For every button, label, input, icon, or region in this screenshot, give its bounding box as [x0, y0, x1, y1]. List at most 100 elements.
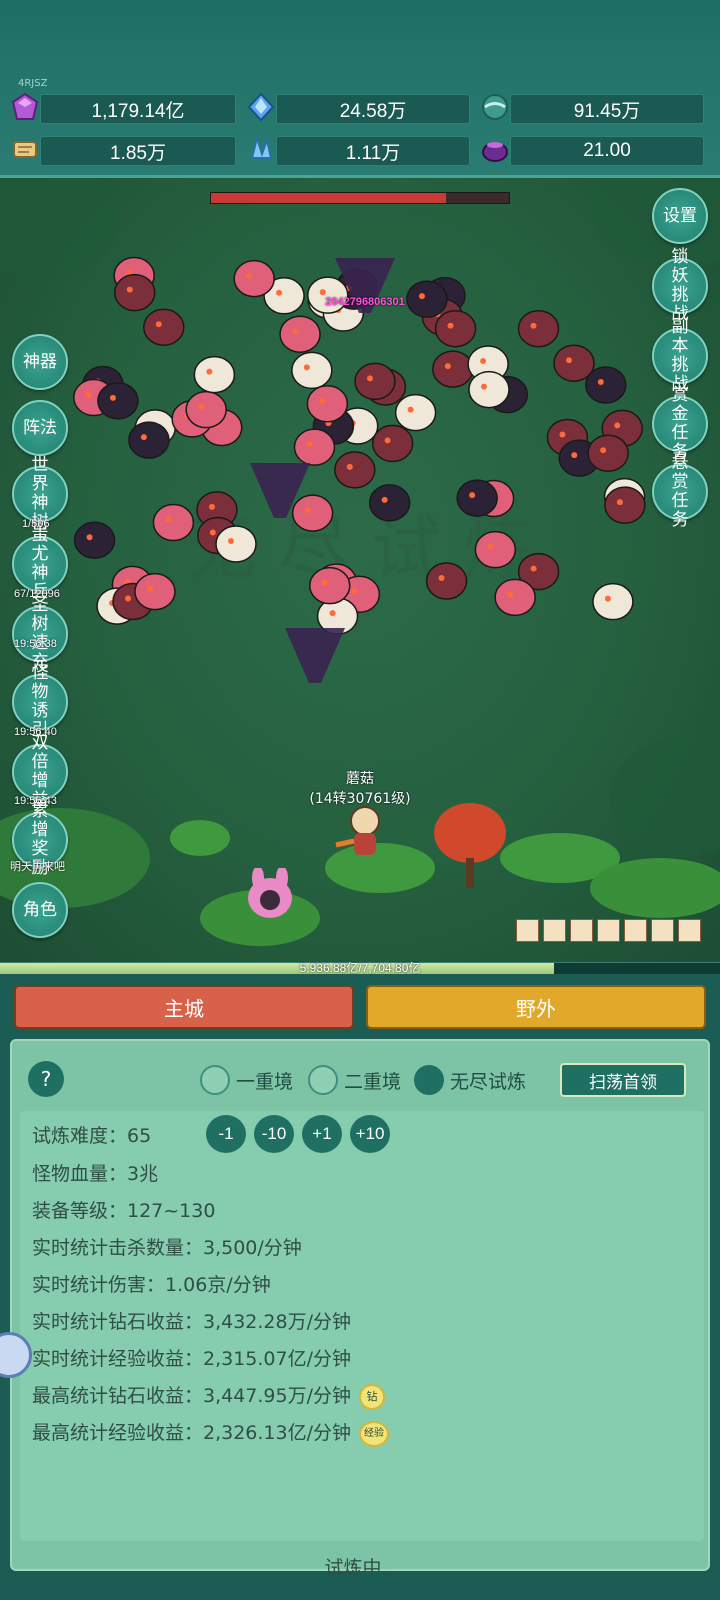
trial-stats: 试炼难度：65 -1 -10 +1 +10 怪物血量：3兆 装备等级：127~1…	[20, 1111, 704, 1541]
help-button[interactable]: ?	[28, 1061, 64, 1097]
monster-sprite	[371, 424, 414, 463]
skill-slot-icon[interactable]	[624, 919, 647, 942]
settings-button[interactable]: 设置	[652, 188, 708, 244]
character-button[interactable]: 角色	[12, 882, 68, 938]
monster-sprite	[604, 486, 646, 524]
difficulty-minus-10-button[interactable]: -10	[254, 1115, 294, 1153]
tree-recharge-button[interactable]: 圣树速充	[12, 596, 68, 672]
stat-row: 实时统计钻石收益：3,432.28万/分钟	[32, 1311, 352, 1333]
skill-slot-icon[interactable]	[678, 919, 701, 942]
monster-sprite	[291, 494, 334, 532]
monster-sprite	[434, 309, 477, 348]
monster-sprite	[193, 355, 236, 394]
monster-sprite	[128, 421, 170, 459]
skill-slot-icon[interactable]	[597, 919, 620, 942]
reward-task-button[interactable]: 悬赏任务	[652, 454, 708, 530]
monster-sprite	[185, 390, 227, 429]
difficulty-plus-10-button[interactable]: +10	[350, 1115, 390, 1153]
tab-wild[interactable]: 野外	[366, 985, 706, 1029]
chiyou-weapon-button[interactable]: 蚩尤神兵	[12, 526, 68, 602]
skill-slot-icon[interactable]	[570, 919, 593, 942]
mode-second-realm[interactable]: 二重境	[308, 1065, 401, 1095]
stat-text: 最高统计钻石收益：3,447.95万/分钟	[32, 1385, 352, 1407]
stat-text: 最高统计经验收益：2,326.13亿/分钟	[32, 1422, 352, 1444]
bottom-panel: 主城 野外 ? 一重境 二重境 无尽试炼 扫荡首领 试炼难度：65 -1 -10…	[0, 975, 720, 1600]
resource-ice-shard: 1.11万	[276, 136, 470, 166]
hero-label: 蘑菇 (14转30761级)	[300, 768, 420, 808]
experience-text: 5,936.88亿/7,704.80亿	[299, 961, 421, 975]
stat-row: 怪物血量：3兆	[32, 1163, 159, 1185]
exp-badge-icon[interactable]: 经验	[359, 1420, 390, 1447]
difficulty-minus-1-button[interactable]: -1	[206, 1115, 246, 1153]
tree-recharge-timer: 19:56:38	[14, 638, 57, 650]
monster-sprite	[152, 503, 195, 542]
monster-sprite	[425, 562, 468, 600]
mode-first-realm[interactable]: 一重境	[200, 1065, 293, 1095]
stat-row-best-exp: 最高统计经验收益：2,326.13亿/分钟 经验	[32, 1418, 390, 1447]
monster-sprite	[306, 385, 349, 423]
formation-button[interactable]: 阵法	[12, 400, 68, 456]
monster-sprite	[114, 273, 156, 312]
stat-row: 实时统计击杀数量：3,500/分钟	[32, 1237, 302, 1259]
game-screen: 4RJSZ 1,179.14亿 24.58万 91.45万 1.85万 1.11…	[0, 0, 720, 1600]
monster-sprite	[494, 578, 536, 617]
mode-endless-trial[interactable]: 无尽试炼	[414, 1065, 526, 1095]
battle-field: 无 尽 试 炼 2042796806301 蘑菇 (14转30761级) 神器 …	[0, 178, 720, 968]
difficulty-plus-1-button[interactable]: +1	[302, 1115, 342, 1153]
monster-sprite	[368, 484, 411, 522]
monster-sprite	[553, 344, 595, 382]
double-bonus-button[interactable]: 双倍增益	[12, 734, 68, 810]
monster-sprite	[587, 434, 629, 472]
monster-sprite	[474, 530, 517, 569]
sweep-boss-button[interactable]: 扫荡首领	[560, 1063, 686, 1097]
monster-sprite	[293, 428, 336, 466]
monster-sprite	[517, 309, 560, 348]
diamond-badge-icon[interactable]: 钻	[359, 1383, 386, 1410]
dungeon-challenge-button[interactable]: 副本挑战	[652, 318, 708, 394]
bounty-gold-task-button[interactable]: 赏金任务	[652, 386, 708, 462]
monster-sprite	[291, 351, 333, 390]
stat-row: 实时统计经验收益：2,315.07亿/分钟	[32, 1348, 352, 1370]
monster-sprite	[394, 393, 437, 432]
purple-gem-icon	[11, 92, 39, 120]
trial-status: 试炼中...	[324, 1557, 400, 1579]
monster-sprite	[468, 370, 510, 409]
difficulty-row: 试炼难度：65	[32, 1121, 151, 1148]
player-id-label: 4RJSZ	[18, 78, 48, 89]
ice-shard-icon	[250, 134, 273, 159]
monster-sprite	[233, 259, 275, 298]
hero-sprite	[335, 806, 380, 855]
monster-sprite	[592, 582, 634, 621]
monster-sprite	[215, 525, 257, 563]
cumulative-reward-status: 明天再来吧	[10, 861, 65, 873]
monster-sprite	[432, 350, 474, 388]
skill-slot-icon[interactable]	[516, 919, 539, 942]
radio-unselected-icon	[308, 1065, 338, 1095]
stat-row-best-diamond: 最高统计钻石收益：3,447.95万/分钟钻	[32, 1381, 386, 1410]
mode-label: 二重境	[344, 1070, 402, 1093]
hero-name: 蘑菇	[346, 771, 374, 787]
resource-blue-crystal: 24.58万	[276, 94, 470, 124]
skill-slot-icon[interactable]	[543, 919, 566, 942]
resource-scroll: 1.85万	[40, 136, 236, 166]
monster-sprite	[134, 572, 176, 611]
skill-bar	[516, 919, 701, 942]
difficulty-value: 65	[127, 1125, 152, 1147]
resource-teal-orb: 91.45万	[510, 94, 704, 124]
resource-purple-gem: 1,179.14亿	[40, 94, 236, 124]
monster-sprite	[73, 521, 116, 560]
difficulty-label: 试炼难度：	[32, 1125, 128, 1147]
skill-slot-icon[interactable]	[651, 919, 674, 942]
radio-unselected-icon	[200, 1065, 230, 1095]
stat-row: 装备等级：127~130	[32, 1200, 216, 1222]
monster-lure-button[interactable]: 怪物诱引	[12, 664, 68, 740]
teal-orb-icon	[482, 94, 508, 120]
damage-number: 2042796806301	[325, 296, 405, 308]
demon-lock-challenge-button[interactable]: 锁妖挑战	[652, 248, 708, 324]
resource-potion: 21.00	[510, 136, 704, 166]
monster-sprite	[456, 479, 498, 517]
world-tree-button[interactable]: 世界神树	[12, 456, 68, 532]
artifact-button[interactable]: 神器	[12, 334, 68, 390]
tab-main-city[interactable]: 主城	[14, 985, 354, 1029]
mode-label: 无尽试炼	[450, 1070, 527, 1093]
